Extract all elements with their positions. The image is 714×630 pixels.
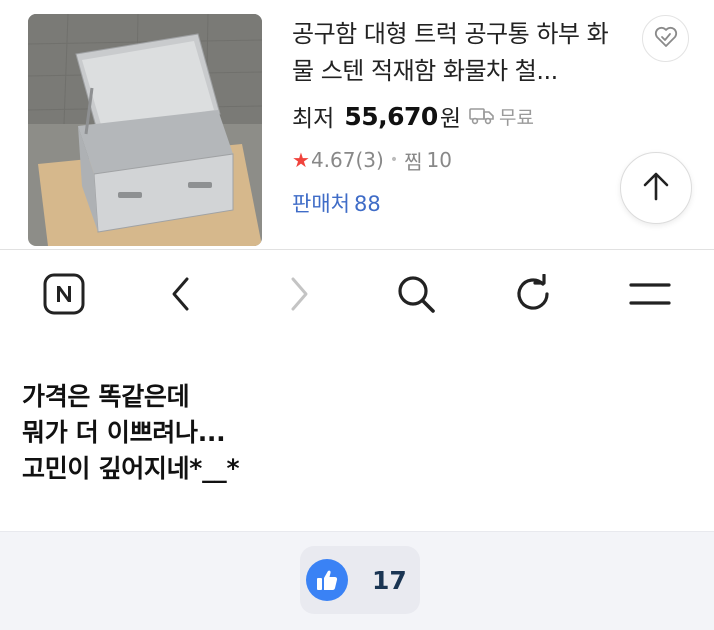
menu-button[interactable] (626, 272, 674, 320)
menu-icon (628, 280, 672, 312)
post-line: 뭐가 더 이쁘려나... (22, 418, 226, 447)
thumbs-up-icon (306, 559, 348, 601)
search-icon (396, 274, 436, 318)
back-button[interactable] (157, 272, 205, 320)
forward-button[interactable] (275, 272, 323, 320)
arrow-up-icon (642, 171, 670, 205)
post-line: 가격은 똑같은데 (22, 382, 190, 411)
seller-label: 판매처 (292, 192, 350, 216)
wish-count: 10 (426, 148, 452, 172)
seller-link[interactable]: 판매처 88 (292, 188, 381, 218)
rating-row: ★ 4.67 (3) • 찜 10 (292, 144, 452, 176)
reaction-bar: 17 (0, 531, 714, 630)
post-body: 가격은 똑같은데 뭐가 더 이쁘려나... 고민이 깊어지네*__* (22, 379, 240, 487)
wish-label: 찜 (404, 149, 423, 174)
rating-count: (3) (355, 148, 384, 172)
shipping-label: 무료 (498, 106, 534, 129)
price-unit: 원 (439, 106, 461, 132)
product-card[interactable]: 공구함 대형 트럭 공구통 하부 화물 스텐 적재함 화물차 철... 최저 5… (0, 0, 714, 248)
product-image[interactable] (28, 14, 262, 246)
home-button[interactable] (40, 272, 88, 320)
like-button[interactable]: 17 (300, 546, 420, 614)
toolbox-image (28, 14, 262, 246)
price-row: 최저 55,670 원 무료 (292, 96, 534, 136)
browser-toolbar (0, 249, 714, 343)
like-count: 17 (372, 565, 407, 595)
favorite-button[interactable] (642, 15, 689, 62)
star-icon: ★ (292, 148, 310, 172)
search-button[interactable] (392, 272, 440, 320)
heart-check-icon (654, 26, 678, 52)
product-title[interactable]: 공구함 대형 트럭 공구통 하부 화물 스텐 적재함 화물차 철... (292, 16, 622, 90)
seller-count: 88 (353, 192, 381, 216)
naver-home-icon (43, 273, 85, 319)
refresh-icon (513, 273, 553, 318)
price-value: 55,670 (344, 101, 438, 131)
back-arrow-icon (169, 276, 193, 316)
price-label: 최저 (292, 106, 335, 132)
refresh-button[interactable] (509, 272, 557, 320)
separator-dot: • (389, 152, 399, 168)
forward-arrow-icon (287, 276, 311, 316)
rating-value: 4.67 (310, 148, 356, 172)
truck-icon (469, 107, 495, 125)
post-line: 고민이 깊어지네*__* (22, 454, 240, 483)
scroll-top-button[interactable] (620, 152, 692, 224)
